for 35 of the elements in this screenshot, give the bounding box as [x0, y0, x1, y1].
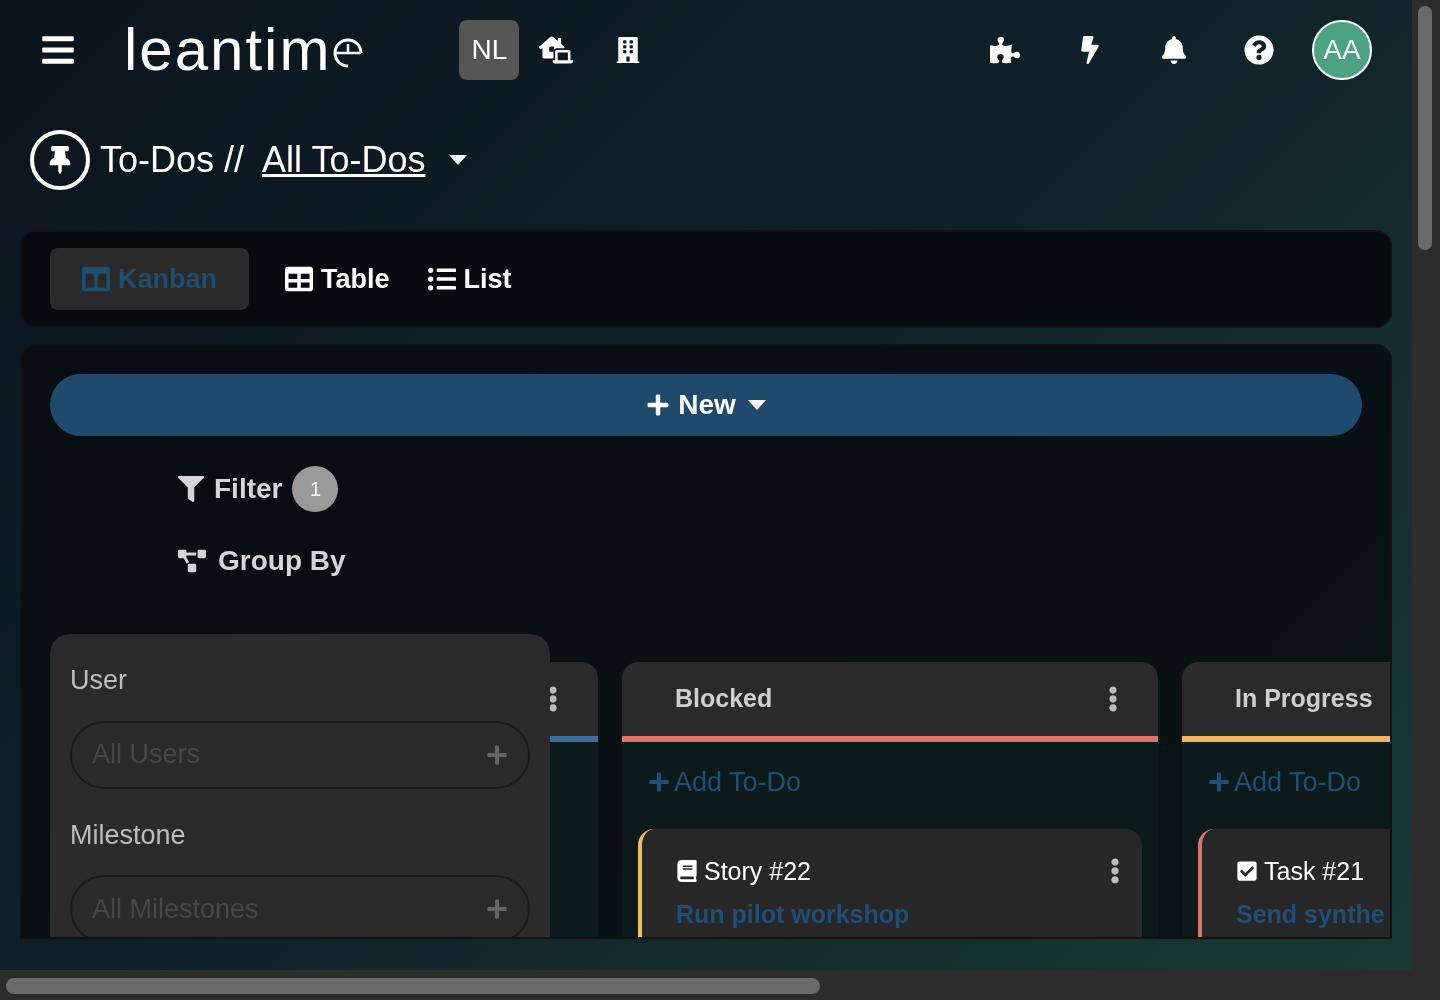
new-button[interactable]: New — [50, 374, 1362, 436]
todo-card[interactable]: Story #22 Run pilot workshop — [638, 828, 1142, 937]
workspace-badge[interactable]: NL — [459, 20, 520, 80]
help-icon[interactable] — [1244, 35, 1274, 65]
pin-icon — [30, 130, 90, 190]
scrollbar-thumb[interactable] — [6, 978, 820, 994]
card-reference: Story #22 — [704, 855, 811, 887]
group-by-button[interactable]: Group By — [178, 540, 346, 582]
filter-count-badge: 1 — [292, 466, 339, 512]
home-laptop-icon[interactable] — [539, 33, 574, 67]
plus-icon — [486, 898, 508, 920]
column-title: Blocked — [675, 683, 773, 715]
logo-text: leantim — [124, 20, 332, 80]
plus-icon — [486, 743, 508, 766]
todo-card[interactable]: Task #21 Send synthe — [1198, 828, 1390, 937]
group-icon — [178, 547, 206, 575]
filter-icon — [178, 476, 204, 502]
breadcrumb-section: To-Dos // — [100, 133, 245, 187]
plus-icon — [1208, 771, 1230, 794]
bell-icon[interactable] — [1160, 36, 1188, 64]
field-label: User — [70, 664, 128, 697]
building-icon[interactable] — [615, 37, 642, 63]
view-tab[interactable]: Table — [283, 248, 392, 310]
plus-icon — [648, 771, 670, 794]
card-reference: Task #21 — [1264, 855, 1365, 887]
field-label: Milestone — [70, 818, 187, 852]
puzzle-icon[interactable] — [990, 35, 1020, 65]
caret-icon[interactable] — [449, 155, 468, 165]
filter-button[interactable]: Filter — [178, 468, 283, 510]
column-title: In Progress — [1235, 683, 1373, 715]
view-tab[interactable]: List — [425, 248, 514, 310]
scrollbar-thumb[interactable] — [1418, 6, 1432, 250]
caret-icon — [747, 400, 766, 410]
plus-icon — [646, 393, 671, 417]
breadcrumb-link[interactable]: All To-Dos — [262, 133, 426, 187]
